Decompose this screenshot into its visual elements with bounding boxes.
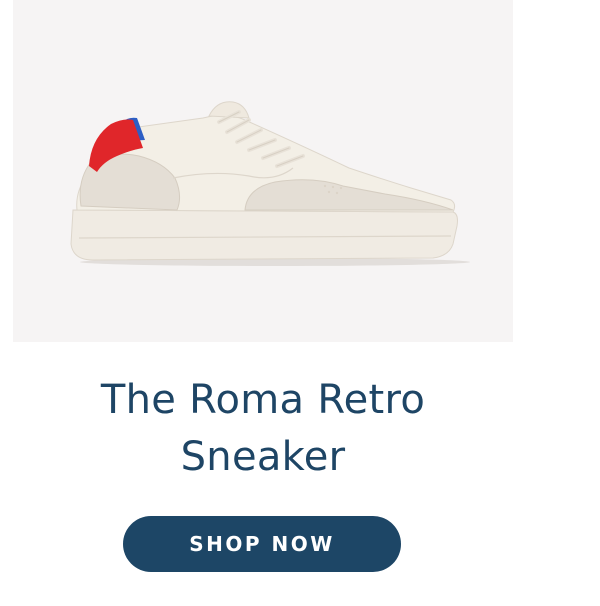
- shop-now-button[interactable]: SHOP NOW: [123, 516, 401, 572]
- product-card: The Roma Retro Sneaker SHOP NOW: [0, 0, 600, 606]
- product-image[interactable]: [13, 0, 513, 342]
- sneaker-icon: [70, 101, 470, 266]
- product-title: The Roma Retro Sneaker: [100, 377, 426, 480]
